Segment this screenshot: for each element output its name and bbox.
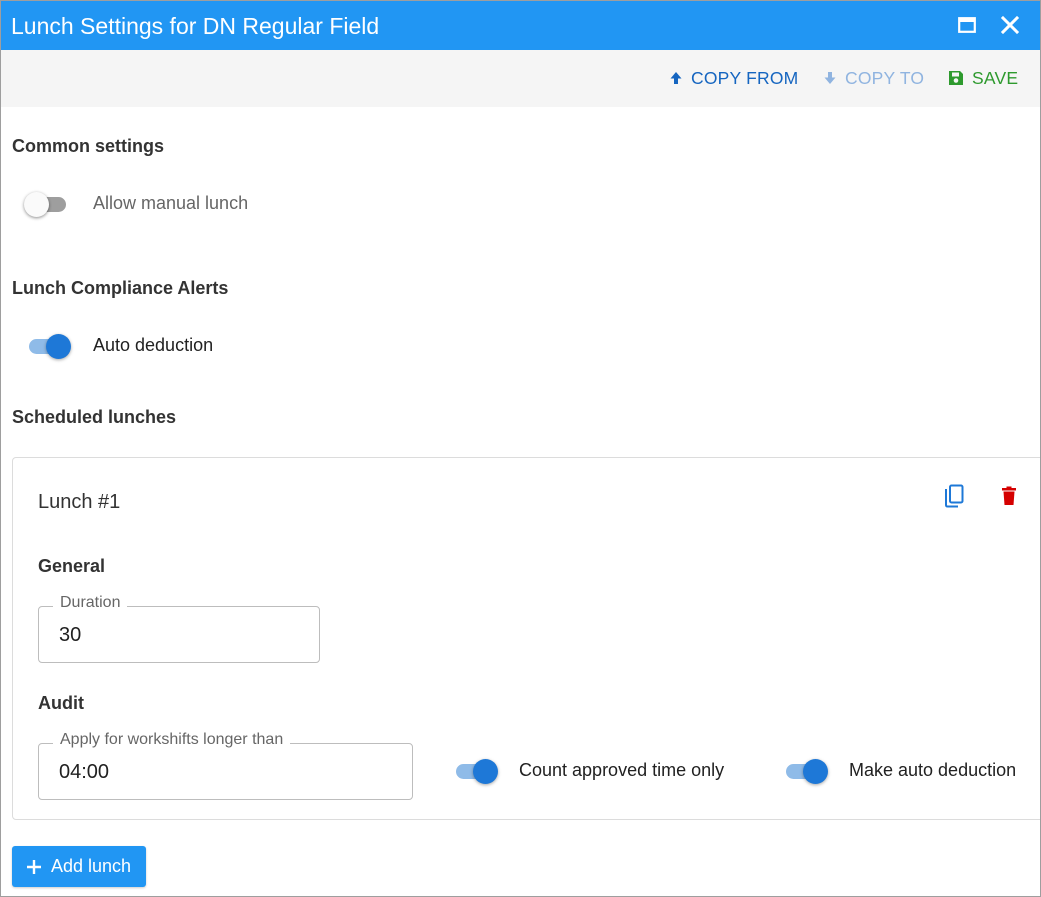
arrow-up-icon — [670, 72, 682, 84]
count-approved-time-toggle[interactable] — [453, 757, 501, 785]
auto-deduction-toggle[interactable] — [26, 332, 74, 360]
allow-manual-lunch-toggle[interactable] — [24, 190, 73, 218]
dialog-title: Lunch Settings for DN Regular Field — [11, 13, 380, 39]
audit-heading: Audit — [38, 693, 84, 713]
arrow-down-icon — [824, 72, 836, 84]
toggle-thumb — [46, 334, 71, 359]
common-settings-heading: Common settings — [12, 136, 165, 156]
workshift-length-field-label: Apply for workshifts longer than — [53, 730, 291, 750]
compliance-alerts-heading: Lunch Compliance Alerts — [12, 278, 229, 298]
toolbar: COPY FROM COPY TO SAVE — [1, 50, 1040, 107]
allow-manual-lunch-label: Allow manual lunch — [93, 193, 249, 213]
close-button[interactable] — [998, 13, 1022, 37]
add-lunch-button[interactable]: Add lunch — [12, 846, 146, 887]
copy-icon — [945, 484, 964, 508]
maximize-button[interactable] — [955, 13, 979, 37]
lunch-settings-dialog: Lunch Settings for DN Regular Field COPY… — [0, 0, 1041, 897]
workshift-length-field: Apply for workshifts longer than — [38, 730, 413, 800]
general-heading: General — [38, 556, 106, 576]
toggle-thumb — [24, 192, 49, 217]
floppy-icon — [949, 71, 963, 85]
title-bar: Lunch Settings for DN Regular Field — [1, 1, 1040, 50]
lunch-card: Lunch #1 General Duration Audit Apply fo… — [12, 457, 1040, 820]
scheduled-lunches-heading: Scheduled lunches — [12, 407, 177, 427]
toggle-thumb — [473, 759, 498, 784]
count-approved-time-label: Count approved time only — [519, 760, 725, 780]
close-icon — [1001, 16, 1019, 34]
auto-deduction-label: Auto deduction — [93, 335, 214, 355]
workshift-length-input[interactable] — [59, 757, 392, 787]
duration-field-label: Duration — [53, 593, 128, 613]
add-lunch-label: Add lunch — [51, 856, 132, 876]
make-auto-deduction-label: Make auto deduction — [849, 760, 1017, 780]
delete-lunch-button[interactable] — [996, 483, 1022, 509]
lunch-title: Lunch #1 — [38, 491, 121, 513]
copy-from-label: COPY FROM — [691, 67, 799, 88]
make-auto-deduction-toggle[interactable] — [783, 757, 831, 785]
copy-to-button[interactable]: COPY TO — [823, 67, 924, 89]
copy-from-button[interactable]: COPY FROM — [669, 67, 798, 89]
trash-icon — [1002, 486, 1016, 505]
copy-lunch-button[interactable] — [941, 483, 967, 509]
save-button[interactable]: SAVE — [948, 67, 1018, 89]
maximize-icon — [958, 17, 976, 33]
duration-input[interactable] — [59, 620, 299, 650]
save-label: SAVE — [972, 67, 1019, 88]
copy-to-label: COPY TO — [845, 67, 925, 88]
plus-icon — [27, 859, 41, 874]
duration-field: Duration — [38, 593, 320, 663]
toggle-thumb — [803, 759, 828, 784]
